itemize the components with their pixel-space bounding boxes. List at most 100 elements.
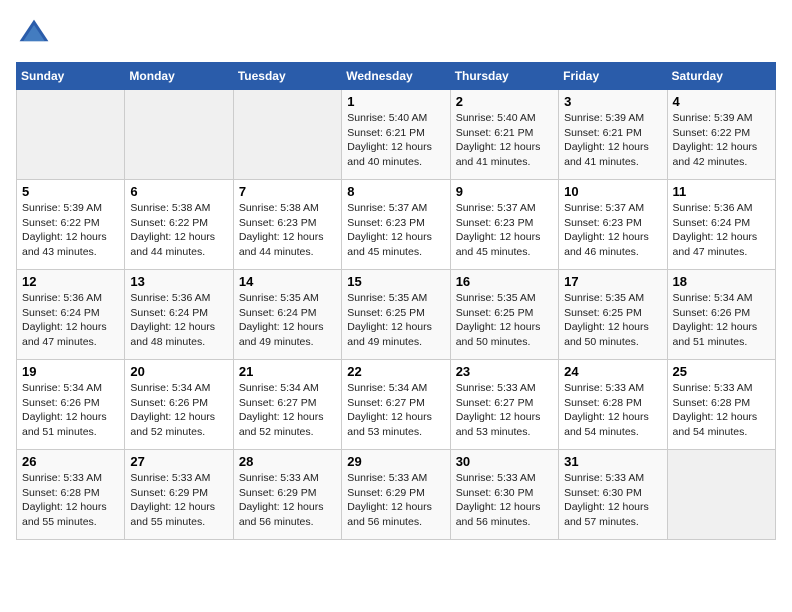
sunset-text: Sunset: 6:29 PM — [130, 487, 208, 499]
sunset-text: Sunset: 6:25 PM — [456, 307, 534, 319]
calendar-cell: 22 Sunrise: 5:34 AM Sunset: 6:27 PM Dayl… — [342, 360, 450, 450]
sunrise-text: Sunrise: 5:33 AM — [456, 472, 536, 484]
sunrise-text: Sunrise: 5:35 AM — [347, 292, 427, 304]
calendar-cell: 8 Sunrise: 5:37 AM Sunset: 6:23 PM Dayli… — [342, 180, 450, 270]
sunrise-text: Sunrise: 5:34 AM — [347, 382, 427, 394]
calendar-cell: 30 Sunrise: 5:33 AM Sunset: 6:30 PM Dayl… — [450, 450, 558, 540]
sunset-text: Sunset: 6:23 PM — [456, 217, 534, 229]
calendar-cell: 15 Sunrise: 5:35 AM Sunset: 6:25 PM Dayl… — [342, 270, 450, 360]
sunrise-text: Sunrise: 5:36 AM — [130, 292, 210, 304]
day-number: 2 — [456, 94, 553, 109]
day-info: Sunrise: 5:34 AM Sunset: 6:26 PM Dayligh… — [673, 291, 770, 350]
calendar-cell: 28 Sunrise: 5:33 AM Sunset: 6:29 PM Dayl… — [233, 450, 341, 540]
logo — [16, 16, 56, 52]
calendar-table: SundayMondayTuesdayWednesdayThursdayFrid… — [16, 62, 776, 540]
sunset-text: Sunset: 6:24 PM — [130, 307, 208, 319]
sunset-text: Sunset: 6:26 PM — [673, 307, 751, 319]
day-info: Sunrise: 5:35 AM Sunset: 6:25 PM Dayligh… — [564, 291, 661, 350]
calendar-week-row: 19 Sunrise: 5:34 AM Sunset: 6:26 PM Dayl… — [17, 360, 776, 450]
sunrise-text: Sunrise: 5:37 AM — [456, 202, 536, 214]
day-number: 18 — [673, 274, 770, 289]
day-info: Sunrise: 5:39 AM Sunset: 6:21 PM Dayligh… — [564, 111, 661, 170]
day-info: Sunrise: 5:34 AM Sunset: 6:26 PM Dayligh… — [22, 381, 119, 440]
day-number: 10 — [564, 184, 661, 199]
calendar-cell — [667, 450, 775, 540]
calendar-cell: 6 Sunrise: 5:38 AM Sunset: 6:22 PM Dayli… — [125, 180, 233, 270]
calendar-cell: 26 Sunrise: 5:33 AM Sunset: 6:28 PM Dayl… — [17, 450, 125, 540]
daylight-text: Daylight: 12 hours and 49 minutes. — [347, 321, 432, 348]
sunset-text: Sunset: 6:28 PM — [564, 397, 642, 409]
daylight-text: Daylight: 12 hours and 53 minutes. — [456, 411, 541, 438]
calendar-cell: 20 Sunrise: 5:34 AM Sunset: 6:26 PM Dayl… — [125, 360, 233, 450]
calendar-cell: 4 Sunrise: 5:39 AM Sunset: 6:22 PM Dayli… — [667, 90, 775, 180]
weekday-header-row: SundayMondayTuesdayWednesdayThursdayFrid… — [17, 63, 776, 90]
sunrise-text: Sunrise: 5:40 AM — [456, 112, 536, 124]
sunrise-text: Sunrise: 5:36 AM — [673, 202, 753, 214]
sunset-text: Sunset: 6:26 PM — [130, 397, 208, 409]
day-number: 19 — [22, 364, 119, 379]
day-number: 20 — [130, 364, 227, 379]
sunrise-text: Sunrise: 5:38 AM — [239, 202, 319, 214]
day-info: Sunrise: 5:39 AM Sunset: 6:22 PM Dayligh… — [22, 201, 119, 260]
sunrise-text: Sunrise: 5:33 AM — [673, 382, 753, 394]
day-info: Sunrise: 5:35 AM Sunset: 6:25 PM Dayligh… — [456, 291, 553, 350]
calendar-cell: 13 Sunrise: 5:36 AM Sunset: 6:24 PM Dayl… — [125, 270, 233, 360]
sunset-text: Sunset: 6:23 PM — [564, 217, 642, 229]
sunrise-text: Sunrise: 5:34 AM — [130, 382, 210, 394]
sunrise-text: Sunrise: 5:33 AM — [22, 472, 102, 484]
calendar-week-row: 5 Sunrise: 5:39 AM Sunset: 6:22 PM Dayli… — [17, 180, 776, 270]
day-info: Sunrise: 5:37 AM Sunset: 6:23 PM Dayligh… — [456, 201, 553, 260]
sunset-text: Sunset: 6:25 PM — [347, 307, 425, 319]
calendar-cell: 25 Sunrise: 5:33 AM Sunset: 6:28 PM Dayl… — [667, 360, 775, 450]
day-info: Sunrise: 5:34 AM Sunset: 6:26 PM Dayligh… — [130, 381, 227, 440]
day-number: 23 — [456, 364, 553, 379]
sunrise-text: Sunrise: 5:39 AM — [673, 112, 753, 124]
sunset-text: Sunset: 6:23 PM — [239, 217, 317, 229]
daylight-text: Daylight: 12 hours and 44 minutes. — [239, 231, 324, 258]
daylight-text: Daylight: 12 hours and 52 minutes. — [130, 411, 215, 438]
sunrise-text: Sunrise: 5:39 AM — [22, 202, 102, 214]
day-info: Sunrise: 5:37 AM Sunset: 6:23 PM Dayligh… — [347, 201, 444, 260]
sunrise-text: Sunrise: 5:33 AM — [564, 382, 644, 394]
sunset-text: Sunset: 6:27 PM — [456, 397, 534, 409]
daylight-text: Daylight: 12 hours and 40 minutes. — [347, 141, 432, 168]
day-info: Sunrise: 5:33 AM Sunset: 6:27 PM Dayligh… — [456, 381, 553, 440]
sunrise-text: Sunrise: 5:33 AM — [347, 472, 427, 484]
calendar-cell: 29 Sunrise: 5:33 AM Sunset: 6:29 PM Dayl… — [342, 450, 450, 540]
weekday-header: Monday — [125, 63, 233, 90]
calendar-cell: 24 Sunrise: 5:33 AM Sunset: 6:28 PM Dayl… — [559, 360, 667, 450]
calendar-cell — [17, 90, 125, 180]
logo-icon — [16, 16, 52, 52]
sunset-text: Sunset: 6:27 PM — [239, 397, 317, 409]
calendar-cell: 31 Sunrise: 5:33 AM Sunset: 6:30 PM Dayl… — [559, 450, 667, 540]
daylight-text: Daylight: 12 hours and 45 minutes. — [347, 231, 432, 258]
sunrise-text: Sunrise: 5:36 AM — [22, 292, 102, 304]
daylight-text: Daylight: 12 hours and 55 minutes. — [130, 501, 215, 528]
day-number: 9 — [456, 184, 553, 199]
daylight-text: Daylight: 12 hours and 52 minutes. — [239, 411, 324, 438]
sunset-text: Sunset: 6:22 PM — [673, 127, 751, 139]
calendar-cell: 10 Sunrise: 5:37 AM Sunset: 6:23 PM Dayl… — [559, 180, 667, 270]
day-number: 4 — [673, 94, 770, 109]
daylight-text: Daylight: 12 hours and 57 minutes. — [564, 501, 649, 528]
weekday-header: Friday — [559, 63, 667, 90]
daylight-text: Daylight: 12 hours and 49 minutes. — [239, 321, 324, 348]
sunset-text: Sunset: 6:24 PM — [239, 307, 317, 319]
sunrise-text: Sunrise: 5:33 AM — [564, 472, 644, 484]
sunset-text: Sunset: 6:24 PM — [673, 217, 751, 229]
calendar-cell: 27 Sunrise: 5:33 AM Sunset: 6:29 PM Dayl… — [125, 450, 233, 540]
day-number: 6 — [130, 184, 227, 199]
daylight-text: Daylight: 12 hours and 56 minutes. — [456, 501, 541, 528]
day-number: 22 — [347, 364, 444, 379]
daylight-text: Daylight: 12 hours and 45 minutes. — [456, 231, 541, 258]
day-number: 21 — [239, 364, 336, 379]
daylight-text: Daylight: 12 hours and 41 minutes. — [456, 141, 541, 168]
day-number: 25 — [673, 364, 770, 379]
sunrise-text: Sunrise: 5:38 AM — [130, 202, 210, 214]
daylight-text: Daylight: 12 hours and 56 minutes. — [239, 501, 324, 528]
day-info: Sunrise: 5:39 AM Sunset: 6:22 PM Dayligh… — [673, 111, 770, 170]
sunset-text: Sunset: 6:25 PM — [564, 307, 642, 319]
calendar-cell — [233, 90, 341, 180]
sunset-text: Sunset: 6:28 PM — [673, 397, 751, 409]
calendar-cell: 11 Sunrise: 5:36 AM Sunset: 6:24 PM Dayl… — [667, 180, 775, 270]
